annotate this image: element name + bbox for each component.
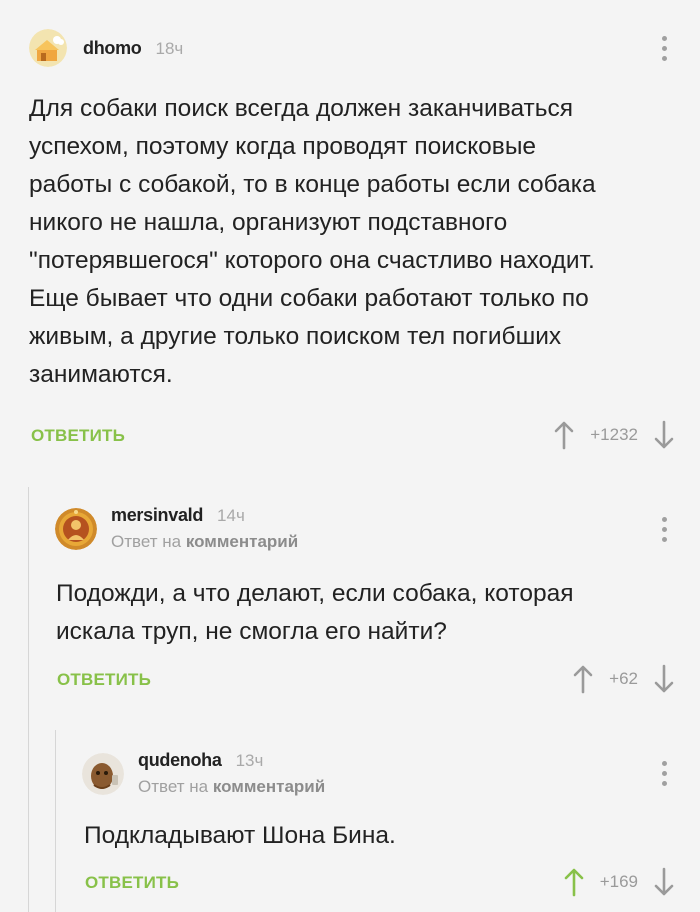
vote-controls: +169: [564, 867, 674, 897]
reply-to-link[interactable]: комментарий: [186, 532, 298, 551]
username[interactable]: mersinvald: [111, 505, 203, 526]
username[interactable]: dhomo: [83, 38, 142, 59]
reply-button[interactable]: ОТВЕТИТЬ: [31, 426, 125, 446]
reply-button[interactable]: ОТВЕТИТЬ: [85, 873, 179, 893]
reply-button[interactable]: ОТВЕТИТЬ: [57, 670, 151, 690]
reply-to-info: Ответ на комментарий: [111, 532, 298, 552]
timestamp: 18ч: [155, 38, 184, 58]
timestamp: 13ч: [235, 751, 264, 770]
comment-header: mersinvald 14ч Ответ на комментарий: [55, 505, 298, 552]
comment-text-line: искала труп, не смогла его найти?: [56, 618, 447, 645]
comment-text: Для собаки поиск всегда должен заканчива…: [29, 90, 596, 394]
comment-text-line: "потерявшегося" которого она счастливо н…: [29, 247, 595, 274]
reply-to-prefix: Ответ на: [111, 532, 182, 551]
thread-line-level-2: [55, 730, 56, 912]
thread-line-level-1: [28, 487, 29, 912]
comment-header: qudenoha 13ч Ответ на комментарий: [82, 750, 325, 797]
comment-text: Подкладывают Шона Бина.: [84, 817, 396, 855]
reply-to-prefix: Ответ на: [138, 777, 209, 796]
comment-text-line: живым, а другие только поиском тел погиб…: [29, 323, 562, 350]
avatar[interactable]: [29, 29, 67, 67]
upvote-arrow-icon[interactable]: [554, 420, 574, 450]
comment-text-line: успехом, поэтому когда проводят поисковы…: [29, 133, 537, 160]
comment-meta: qudenoha 13ч Ответ на комментарий: [138, 750, 325, 797]
comment-text-line: Еще бывает что одни собаки работают толь…: [29, 285, 589, 312]
rating-count: +169: [599, 872, 638, 891]
reply-to-info: Ответ на комментарий: [138, 777, 325, 797]
downvote-arrow-icon[interactable]: [654, 867, 674, 897]
comment-text-line: работы с собакой, то в конце работы если…: [29, 171, 596, 198]
more-options-icon[interactable]: [661, 761, 667, 786]
comment-meta: dhomo 18ч: [83, 38, 183, 59]
upvote-arrow-icon[interactable]: [564, 867, 584, 897]
comment-meta: mersinvald 14ч Ответ на комментарий: [111, 505, 298, 552]
comment-text: Подожди, а что делают, если собака, кото…: [56, 575, 573, 651]
upvote-arrow-icon[interactable]: [573, 664, 593, 694]
username[interactable]: qudenoha: [138, 750, 222, 771]
vote-controls: +1232: [554, 420, 674, 450]
avatar[interactable]: [82, 752, 124, 795]
comment-text-line: занимаются.: [29, 361, 173, 388]
more-options-icon[interactable]: [661, 36, 667, 61]
rating-count: +1232: [590, 425, 638, 444]
avatar[interactable]: [55, 507, 97, 550]
comment-text-line: Для собаки поиск всегда должен заканчива…: [29, 95, 574, 122]
comment-header: dhomo 18ч: [29, 29, 183, 67]
timestamp: 14ч: [217, 506, 245, 525]
downvote-arrow-icon[interactable]: [654, 664, 674, 694]
comment-text-line: никого не нашла, организуют подставного: [29, 209, 508, 236]
comment-text-line: Подкладывают Шона Бина.: [84, 822, 396, 849]
vote-controls: +62: [573, 664, 674, 694]
more-options-icon[interactable]: [661, 517, 667, 542]
downvote-arrow-icon[interactable]: [654, 420, 674, 450]
comment-text-line: Подожди, а что делают, если собака, кото…: [56, 580, 574, 607]
reply-to-link[interactable]: комментарий: [213, 777, 325, 796]
rating-count: +62: [609, 669, 638, 688]
